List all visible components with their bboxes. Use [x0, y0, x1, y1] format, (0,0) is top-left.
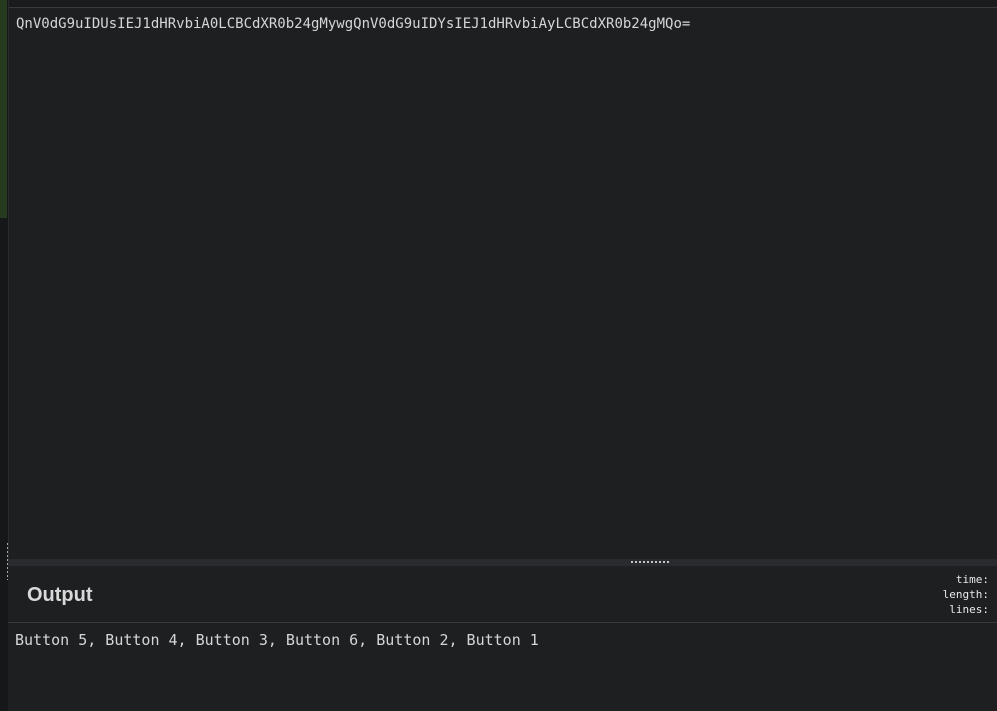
app-window: QnV0dG9uIDUsIEJ1dHRvbiA0LCBCdXR0b24gMywg…	[0, 0, 997, 711]
splitter-grip-icon[interactable]	[630, 560, 670, 564]
output-title: Output	[27, 584, 93, 606]
left-gutter	[0, 0, 10, 711]
output-header: Output time: length: lines:	[8, 566, 997, 623]
pane-splitter[interactable]	[8, 559, 997, 566]
gutter-accent	[0, 0, 7, 218]
input-editor-text[interactable]: QnV0dG9uIDUsIEJ1dHRvbiA0LCBCdXR0b24gMywg…	[16, 15, 690, 33]
stat-length-label: length:	[942, 588, 989, 601]
stat-time-label: time:	[955, 573, 989, 586]
input-top-border	[9, 0, 997, 8]
input-pane[interactable]: QnV0dG9uIDUsIEJ1dHRvbiA0LCBCdXR0b24gMywg…	[8, 0, 997, 559]
output-pane[interactable]: Button 5, Button 4, Button 3, Button 6, …	[8, 623, 997, 711]
output-text[interactable]: Button 5, Button 4, Button 3, Button 6, …	[15, 631, 539, 649]
stat-lines-label: lines:	[949, 603, 989, 616]
output-stats: time: length: lines:	[943, 572, 989, 617]
